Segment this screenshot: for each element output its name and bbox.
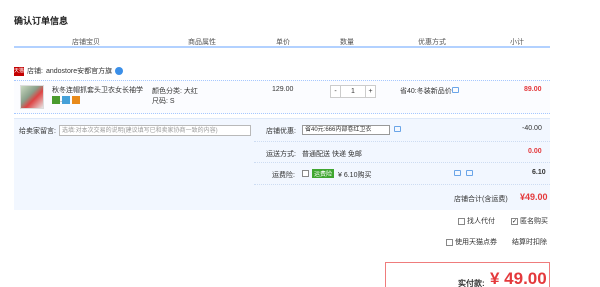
anonymous-label: 匿名购买 <box>519 218 548 225</box>
order-options-panel: 给卖家留言: 选填:对本次交易的说明(建议填写已和卖家协商一致的内容) 店铺优惠… <box>14 118 550 210</box>
col-quantity: 数量 <box>340 39 354 46</box>
col-subtotal: 小计 <box>510 39 524 46</box>
anonymous-checkbox[interactable] <box>511 217 518 225</box>
quantity-stepper: - 1 + <box>330 85 376 98</box>
order-table-header: 店铺宝贝 商品属性 单价 数量 优惠方式 小计 <box>14 34 550 48</box>
page-title: 确认订单信息 <box>14 16 69 26</box>
shop-discount-select[interactable]: 省40元:666内部卷红卫衣 <box>302 125 390 135</box>
proxy-pay-label: 找人代付 <box>466 218 495 225</box>
col-discount: 优惠方式 <box>418 39 446 46</box>
shop-total-value: ¥49.00 <box>520 192 548 202</box>
insurance-help-icon[interactable] <box>466 170 473 176</box>
item-thumbnail[interactable] <box>20 85 44 109</box>
insurance-label: 运费险: <box>272 172 295 179</box>
payment-label: 实付款: <box>458 279 485 287</box>
shop-discount-info-icon[interactable] <box>394 126 401 132</box>
insurance-info-icon[interactable] <box>454 170 461 176</box>
tmall-points-label: 使用天猫点券 <box>454 239 497 246</box>
shipping-method: 普通配送 快递 免邮 <box>302 151 362 158</box>
qty-input[interactable]: 1 <box>341 85 365 98</box>
item-color-attr: 颜色分类: 大红 <box>152 88 198 95</box>
seller-message-input[interactable]: 选填:对本次交易的说明(建议填写已和卖家协商一致的内容) <box>59 125 251 136</box>
shipping-label: 运送方式: <box>266 151 296 158</box>
shop-discount-label: 店铺优惠: <box>266 128 296 135</box>
proxy-pay-option[interactable]: 找人代付 <box>458 216 495 226</box>
col-attributes: 商品属性 <box>188 39 216 46</box>
message-label: 给卖家留言: <box>19 128 56 135</box>
item-unit-price: 129.00 <box>272 86 294 93</box>
payment-amount: ¥ 49.00 <box>490 269 547 287</box>
insurance-checkbox[interactable] <box>302 170 309 177</box>
shop-total-label: 店铺合计(含运费) <box>454 196 508 203</box>
credit-card-icon <box>72 96 80 104</box>
guarantee-icon <box>62 96 70 104</box>
anonymous-option[interactable]: 匿名购买 <box>511 216 548 226</box>
tmall-points-checkbox[interactable] <box>446 238 453 246</box>
order-item-row: 秋冬连帽抓套头卫衣女长袖学生... 颜色分类: 大红 尺码: S 129.00 … <box>14 80 550 114</box>
insurance-amount: 6.10 <box>532 169 546 176</box>
shipping-amount: 0.00 <box>528 148 542 155</box>
insurance-price: ¥ 6.10购买 <box>338 172 372 179</box>
wangwang-chat-icon[interactable] <box>115 67 124 75</box>
payment-summary-box: 实付款: ¥ 49.00 <box>385 262 550 287</box>
proxy-pay-checkbox[interactable] <box>458 217 465 225</box>
insurance-tag: 运费险 <box>312 169 335 178</box>
tmall-points-option[interactable]: 使用天猫点券 <box>446 237 497 247</box>
shop-discount-amount: -40.00 <box>522 125 542 132</box>
discount-info-icon[interactable] <box>452 87 459 93</box>
shop-row: 天猫 店铺: andostore安都官方旗 <box>14 65 124 77</box>
item-subtotal: 89.00 <box>524 86 542 93</box>
qty-minus-button[interactable]: - <box>330 85 341 98</box>
shop-label: 店铺: <box>27 68 43 75</box>
settle-deduct-text: 结算时扣除 <box>512 239 547 246</box>
item-discount: 省40:冬装新品价 <box>400 88 452 95</box>
col-item: 店铺宝贝 <box>72 39 100 46</box>
item-size-attr: 尺码: S <box>152 98 175 105</box>
qty-plus-button[interactable]: + <box>365 85 376 98</box>
col-price: 单价 <box>276 39 290 46</box>
seven-day-return-icon <box>52 96 60 104</box>
item-service-icons <box>52 96 80 104</box>
shop-name-link[interactable]: andostore安都官方旗 <box>46 66 112 76</box>
tmall-shop-icon: 天猫 <box>14 66 25 76</box>
